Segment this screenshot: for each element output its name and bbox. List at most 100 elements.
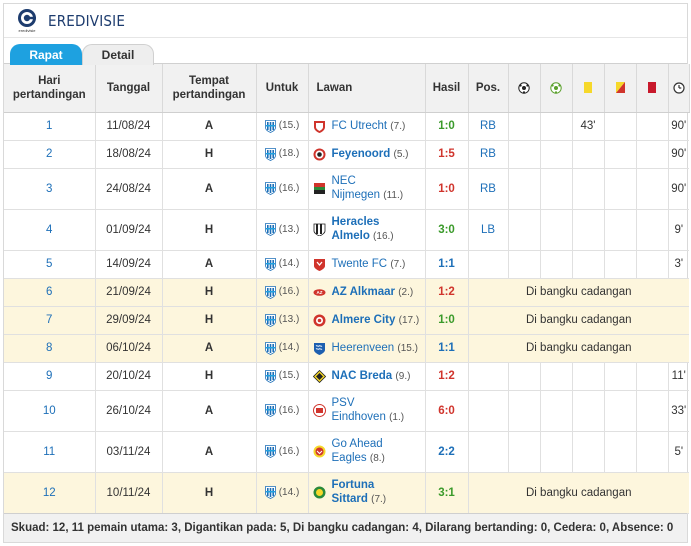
opponent-cell[interactable]: Go Ahead Eagles (8.) bbox=[308, 431, 426, 473]
opponent-cell[interactable]: AZ AZ Alkmaar (2.) bbox=[308, 278, 426, 307]
opponent-cell[interactable]: Feyenoord (5.) bbox=[308, 140, 426, 169]
table-row: 6 21/09/24 H (16.) AZ AZ Alkmaar (2.) 1:2 Di ba… bbox=[4, 278, 689, 307]
match-result-link[interactable]: 6:0 bbox=[425, 390, 469, 432]
assists-value bbox=[540, 390, 573, 432]
club-badge[interactable]: (14.) bbox=[257, 341, 308, 355]
club-cell[interactable]: (14.) bbox=[256, 250, 309, 279]
opponent-cell[interactable]: PSV Eindhoven (1.) bbox=[308, 390, 426, 432]
opponent-cell[interactable]: Almere City (17.) bbox=[308, 306, 426, 335]
opponent-cell[interactable]: Fortuna Sittard (7.) bbox=[308, 472, 426, 514]
competition-header: eredivisie EREDIVISIE bbox=[4, 4, 687, 38]
club-badge[interactable]: (18.) bbox=[257, 147, 308, 161]
club-cell[interactable]: (15.) bbox=[256, 112, 309, 141]
club-cell[interactable]: (13.) bbox=[256, 209, 309, 251]
match-venue: A bbox=[162, 250, 257, 279]
red-card-value bbox=[636, 250, 669, 279]
match-date: 18/08/24 bbox=[95, 140, 163, 169]
club-badge[interactable]: (16.) bbox=[257, 445, 308, 459]
matchday-link[interactable]: 1 bbox=[4, 112, 96, 141]
matchday-link[interactable]: 12 bbox=[4, 472, 96, 514]
match-venue: H bbox=[162, 472, 257, 514]
opponent-cell[interactable]: Twente FC (7.) bbox=[308, 250, 426, 279]
matchday-link[interactable]: 4 bbox=[4, 209, 96, 251]
opponent-cell[interactable]: FC Utrecht (7.) bbox=[308, 112, 426, 141]
opponent-cell[interactable]: Heerenveen (15.) bbox=[308, 334, 426, 363]
tab-rapat[interactable]: Rapat bbox=[10, 44, 82, 65]
matchday-link[interactable]: 8 bbox=[4, 334, 96, 363]
match-result-link[interactable]: 1:2 bbox=[425, 362, 469, 391]
club-badge[interactable]: (14.) bbox=[257, 486, 308, 500]
club-rank: (13.) bbox=[278, 223, 300, 235]
opponent-name-link[interactable]: PSV Eindhoven bbox=[332, 397, 386, 423]
opponent-info: Almere City (17.) bbox=[309, 313, 425, 328]
matchday-link[interactable]: 9 bbox=[4, 362, 96, 391]
opponent-rank: (8.) bbox=[369, 453, 385, 464]
match-date: 21/09/24 bbox=[95, 278, 163, 307]
opponent-info: PSV Eindhoven (1.) bbox=[309, 396, 425, 425]
club-cell[interactable]: (16.) bbox=[256, 431, 309, 473]
club-badge[interactable]: (15.) bbox=[257, 119, 308, 133]
opponent-name-link[interactable]: NEC Nijmegen bbox=[332, 175, 381, 201]
matchday-link[interactable]: 2 bbox=[4, 140, 96, 169]
match-result-link[interactable]: 1:1 bbox=[425, 250, 469, 279]
competition-title[interactable]: EREDIVISIE bbox=[48, 12, 125, 30]
opponent-rank: (11.) bbox=[383, 190, 404, 201]
club-cell[interactable]: (14.) bbox=[256, 334, 309, 363]
table-row: 10 26/10/24 A (16.) PSV Eindhoven (1.) 6:0 33' bbox=[4, 390, 689, 432]
matchday-link[interactable]: 10 bbox=[4, 390, 96, 432]
club-badge[interactable]: (16.) bbox=[257, 404, 308, 418]
match-result-link[interactable]: 3:0 bbox=[425, 209, 469, 251]
opponent-name-link[interactable]: Twente FC bbox=[332, 258, 388, 270]
match-date: 06/10/24 bbox=[95, 334, 163, 363]
match-result-link[interactable]: 3:1 bbox=[425, 472, 469, 514]
matchday-link[interactable]: 5 bbox=[4, 250, 96, 279]
tab-detail[interactable]: Detail bbox=[82, 44, 154, 65]
club-cell[interactable]: (14.) bbox=[256, 472, 309, 514]
club-cell[interactable]: (16.) bbox=[256, 390, 309, 432]
opponent-name-link[interactable]: Heerenveen bbox=[332, 342, 395, 354]
opponent-rank: (2.) bbox=[398, 286, 414, 298]
matchday-link[interactable]: 3 bbox=[4, 168, 96, 210]
table-row: 11 03/11/24 A (16.) Go Ahead Eagles (8.) 2:2 5… bbox=[4, 431, 689, 473]
club-cell[interactable]: (15.) bbox=[256, 362, 309, 391]
col-opponent: Lawan bbox=[308, 64, 426, 113]
club-badge[interactable]: (16.) bbox=[257, 285, 308, 299]
match-result-link[interactable]: 1:0 bbox=[425, 306, 469, 335]
matchday-link[interactable]: 6 bbox=[4, 278, 96, 307]
table-row: 1 11/08/24 A (15.) FC Utrecht (7.) 1:0 RB 43' 90… bbox=[4, 112, 689, 141]
club-cell[interactable]: (13.) bbox=[256, 306, 309, 335]
goals-value bbox=[508, 112, 541, 141]
match-result-link[interactable]: 2:2 bbox=[425, 431, 469, 473]
opponent-rank: (5.) bbox=[393, 148, 409, 160]
nec-logo-icon bbox=[313, 183, 325, 194]
player-position: RB bbox=[468, 140, 509, 169]
opponent-name-link[interactable]: Feyenoord bbox=[332, 148, 391, 160]
club-badge[interactable]: (15.) bbox=[257, 369, 308, 383]
match-result-link[interactable]: 1:0 bbox=[425, 168, 469, 210]
club-badge[interactable]: (16.) bbox=[257, 182, 308, 196]
eredivisie-logo[interactable]: eredivisie bbox=[14, 7, 40, 35]
opponent-cell[interactable]: NEC Nijmegen (11.) bbox=[308, 168, 426, 210]
matchday-link[interactable]: 11 bbox=[4, 431, 96, 473]
opponent-name-link[interactable]: FC Utrecht bbox=[332, 120, 388, 132]
club-cell[interactable]: (16.) bbox=[256, 168, 309, 210]
club-cell[interactable]: (16.) bbox=[256, 278, 309, 307]
opponent-name-link[interactable]: AZ Alkmaar bbox=[332, 286, 396, 298]
match-result-link[interactable]: 1:1 bbox=[425, 334, 469, 363]
opponent-cell[interactable]: Heracles Almelo (16.) bbox=[308, 209, 426, 251]
goals-value bbox=[508, 209, 541, 251]
opponent-name-link[interactable]: NAC Breda bbox=[332, 370, 393, 382]
club-badge[interactable]: (14.) bbox=[257, 257, 308, 271]
club-cell[interactable]: (18.) bbox=[256, 140, 309, 169]
match-result-link[interactable]: 1:5 bbox=[425, 140, 469, 169]
opponent-name-link[interactable]: Almere City bbox=[332, 314, 396, 326]
matchday-link[interactable]: 7 bbox=[4, 306, 96, 335]
match-date: 24/08/24 bbox=[95, 168, 163, 210]
club-badge[interactable]: (13.) bbox=[257, 223, 308, 237]
fortuna-logo-icon bbox=[313, 486, 325, 499]
match-result-link[interactable]: 1:2 bbox=[425, 278, 469, 307]
club-badge[interactable]: (13.) bbox=[257, 313, 308, 327]
col-second-yellow bbox=[604, 64, 637, 113]
match-result-link[interactable]: 1:0 bbox=[425, 112, 469, 141]
opponent-cell[interactable]: NAC Breda (9.) bbox=[308, 362, 426, 391]
